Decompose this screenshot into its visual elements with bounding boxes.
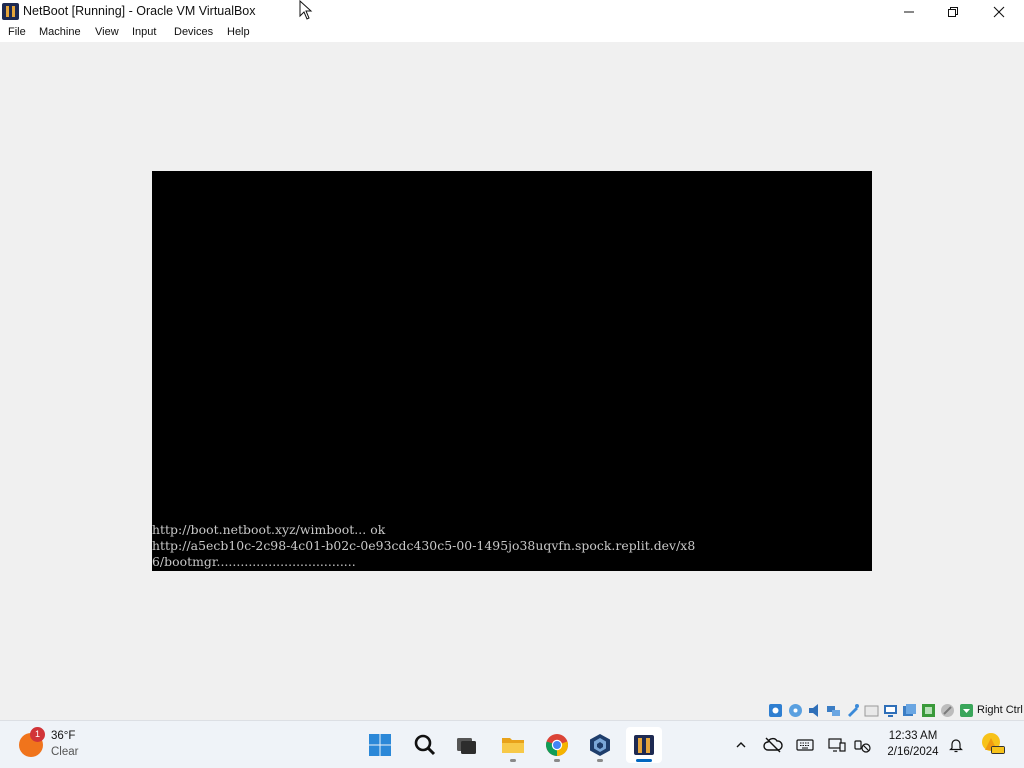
window-title: NetBoot [Running] - Oracle VM VirtualBox: [23, 4, 256, 18]
menu-view[interactable]: View: [95, 26, 119, 38]
start-button[interactable]: [362, 727, 398, 763]
keyboard-button[interactable]: [795, 735, 815, 755]
search-button[interactable]: [407, 727, 443, 763]
chevron-up-icon: [736, 742, 746, 748]
virtualbox-icon: [590, 734, 610, 756]
project-display-button[interactable]: [827, 735, 847, 755]
display-icon[interactable]: [883, 703, 898, 718]
vm-status-bar: Right Ctrl: [0, 700, 1024, 720]
restore-icon: [948, 6, 958, 17]
weather-temperature[interactable]: 36°F: [51, 730, 75, 742]
chrome-button[interactable]: [539, 727, 575, 763]
vm-window-icon: [634, 735, 654, 755]
console-line: http://boot.netboot.xyz/wimboot... ok: [152, 522, 386, 537]
console-line: http://a5ecb10c-2c98-4c01-b02c-0e93cdc43…: [152, 538, 696, 553]
virtualbox-app-icon[interactable]: [2, 3, 19, 20]
audio-icon[interactable]: [807, 703, 822, 718]
show-hidden-icons-button[interactable]: [731, 735, 751, 755]
minimize-icon: [904, 11, 914, 12]
running-indicator: [554, 759, 560, 762]
running-indicator: [510, 759, 516, 762]
cpu-icon[interactable]: [921, 703, 936, 718]
menu-devices[interactable]: Devices: [174, 26, 213, 38]
close-icon: [993, 6, 1005, 17]
display-project-icon: [828, 738, 846, 752]
mouse-cursor-icon: [299, 0, 313, 20]
network-status-button[interactable]: [852, 735, 872, 755]
usb-icon[interactable]: [845, 703, 860, 718]
close-button[interactable]: [976, 0, 1022, 23]
host-key-icon[interactable]: [959, 703, 974, 718]
notifications-button[interactable]: [946, 735, 966, 755]
optical-drive-icon[interactable]: [788, 703, 803, 718]
chrome-icon: [546, 734, 568, 756]
mouse-integration-icon[interactable]: [940, 703, 955, 718]
clock-time[interactable]: 12:33 AM: [880, 730, 946, 742]
windows-logo-icon: [369, 734, 391, 756]
file-explorer-button[interactable]: [495, 727, 531, 763]
clock-date[interactable]: 2/16/2024: [880, 746, 946, 758]
vm-display[interactable]: http://boot.netboot.xyz/wimboot... ok ht…: [152, 171, 872, 571]
task-view-icon: [457, 738, 476, 754]
menu-machine[interactable]: Machine: [39, 26, 81, 38]
menu-file[interactable]: File: [8, 26, 26, 38]
onedrive-button[interactable]: [763, 735, 783, 755]
console-line: 6/bootmgr...............................…: [152, 554, 356, 569]
copilot-pre-icon: [982, 733, 1005, 754]
copilot-button[interactable]: [980, 731, 1006, 757]
menu-help[interactable]: Help: [227, 26, 250, 38]
network-icon[interactable]: [826, 703, 841, 718]
maximize-button[interactable]: [930, 0, 976, 23]
menu-input[interactable]: Input: [132, 26, 156, 38]
host-key-label: Right Ctrl: [977, 704, 1023, 716]
keyboard-icon: [796, 739, 814, 751]
netboot-vm-button[interactable]: [626, 727, 662, 763]
title-bar: NetBoot [Running] - Oracle VM VirtualBox: [0, 0, 1024, 23]
network-disconnected-icon: [854, 740, 871, 753]
recording-icon[interactable]: [902, 703, 917, 718]
active-indicator: [636, 759, 652, 762]
running-indicator: [597, 759, 603, 762]
weather-condition[interactable]: Clear: [51, 746, 78, 758]
menu-bar: File Machine View Input Devices Help: [0, 23, 1024, 42]
hard-disk-icon[interactable]: [768, 703, 783, 718]
minimize-button[interactable]: [886, 0, 932, 23]
taskbar: 1 36°F Clear 12:33 AM 2/16/2024: [0, 720, 1024, 768]
search-icon: [414, 734, 436, 756]
shared-folders-icon[interactable]: [864, 703, 879, 718]
folder-icon: [502, 738, 524, 753]
bell-icon: [949, 739, 963, 753]
weather-badge: 1: [30, 727, 45, 742]
cloud-offline-icon: [763, 737, 783, 753]
virtualbox-button[interactable]: [582, 727, 618, 763]
task-view-button[interactable]: [448, 727, 484, 763]
